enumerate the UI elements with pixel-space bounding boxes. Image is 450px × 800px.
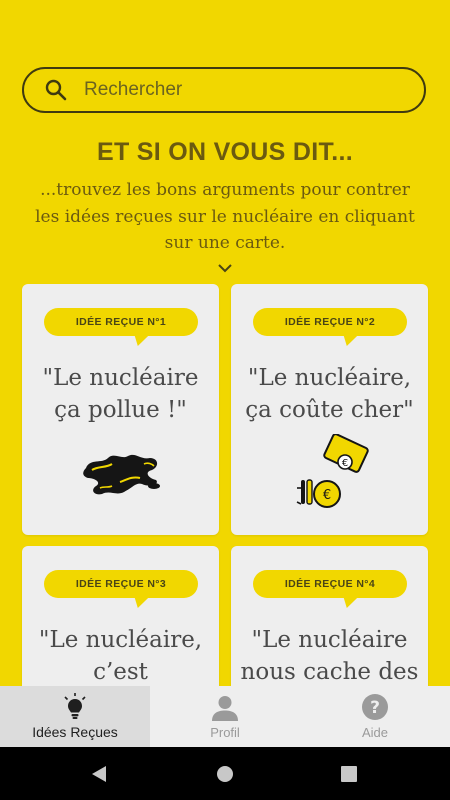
home-icon[interactable] bbox=[216, 765, 234, 783]
help-icon: ? bbox=[362, 694, 388, 720]
card-quote: "Le nucléaire ça pollue !" bbox=[42, 365, 199, 423]
nav-label: Aide bbox=[361, 725, 389, 740]
card-quote: "Le nucléaire, ça coûte cher" bbox=[245, 365, 414, 423]
badge-tail bbox=[129, 334, 151, 346]
card-badge: IDÉE REÇUE N°2 bbox=[253, 308, 407, 336]
lightbulb-icon bbox=[64, 693, 86, 719]
page-subtitle: ...trouvez les bons arguments pour contr… bbox=[35, 180, 415, 253]
nav-item-idees-recues[interactable]: Idées Reçues bbox=[0, 686, 150, 747]
oil-spill-icon bbox=[83, 454, 160, 495]
svg-text:?: ? bbox=[370, 698, 380, 718]
idea-card-1[interactable]: IDÉE REÇUE N°1 "Le nucléaire ça pollue !… bbox=[22, 284, 219, 535]
nav-item-aide[interactable]: ? Aide bbox=[300, 686, 450, 747]
idea-card-2[interactable]: IDÉE REÇUE N°2 "Le nucléaire, ça coûte c… bbox=[231, 284, 428, 535]
search-icon bbox=[45, 79, 67, 101]
bottom-navigation: Idées Reçues Profil ? Aide bbox=[0, 686, 450, 747]
money-icon: € € bbox=[296, 434, 369, 508]
app-screen: ET SI ON VOUS DIT... ...trouvez les bons… bbox=[0, 0, 450, 800]
recents-icon[interactable] bbox=[341, 766, 357, 782]
person-icon bbox=[212, 696, 238, 721]
card-badge: IDÉE REÇUE N°4 bbox=[253, 570, 407, 598]
search-bar[interactable] bbox=[22, 67, 426, 113]
nav-label: Idées Reçues bbox=[32, 724, 118, 740]
badge-tail bbox=[129, 596, 151, 608]
nav-item-profil[interactable]: Profil bbox=[150, 686, 300, 747]
card-badge: IDÉE REÇUE N°3 bbox=[44, 570, 198, 598]
card-badge: IDÉE REÇUE N°1 bbox=[44, 308, 198, 336]
back-icon[interactable] bbox=[90, 765, 108, 783]
card-quote: "Le nucléaire nous cache des bbox=[240, 627, 419, 685]
card-quote: "Le nucléaire, c’est bbox=[38, 627, 203, 685]
chevron-down-icon[interactable] bbox=[216, 262, 234, 274]
badge-tail bbox=[338, 334, 360, 346]
page-title: ET SI ON VOUS DIT... bbox=[96, 138, 354, 166]
search-input[interactable] bbox=[82, 78, 386, 102]
system-navigation-bar bbox=[0, 747, 450, 800]
nav-label: Profil bbox=[210, 725, 240, 740]
svg-text:€: € bbox=[323, 488, 331, 503]
svg-text:€: € bbox=[342, 458, 348, 469]
badge-tail bbox=[338, 596, 360, 608]
